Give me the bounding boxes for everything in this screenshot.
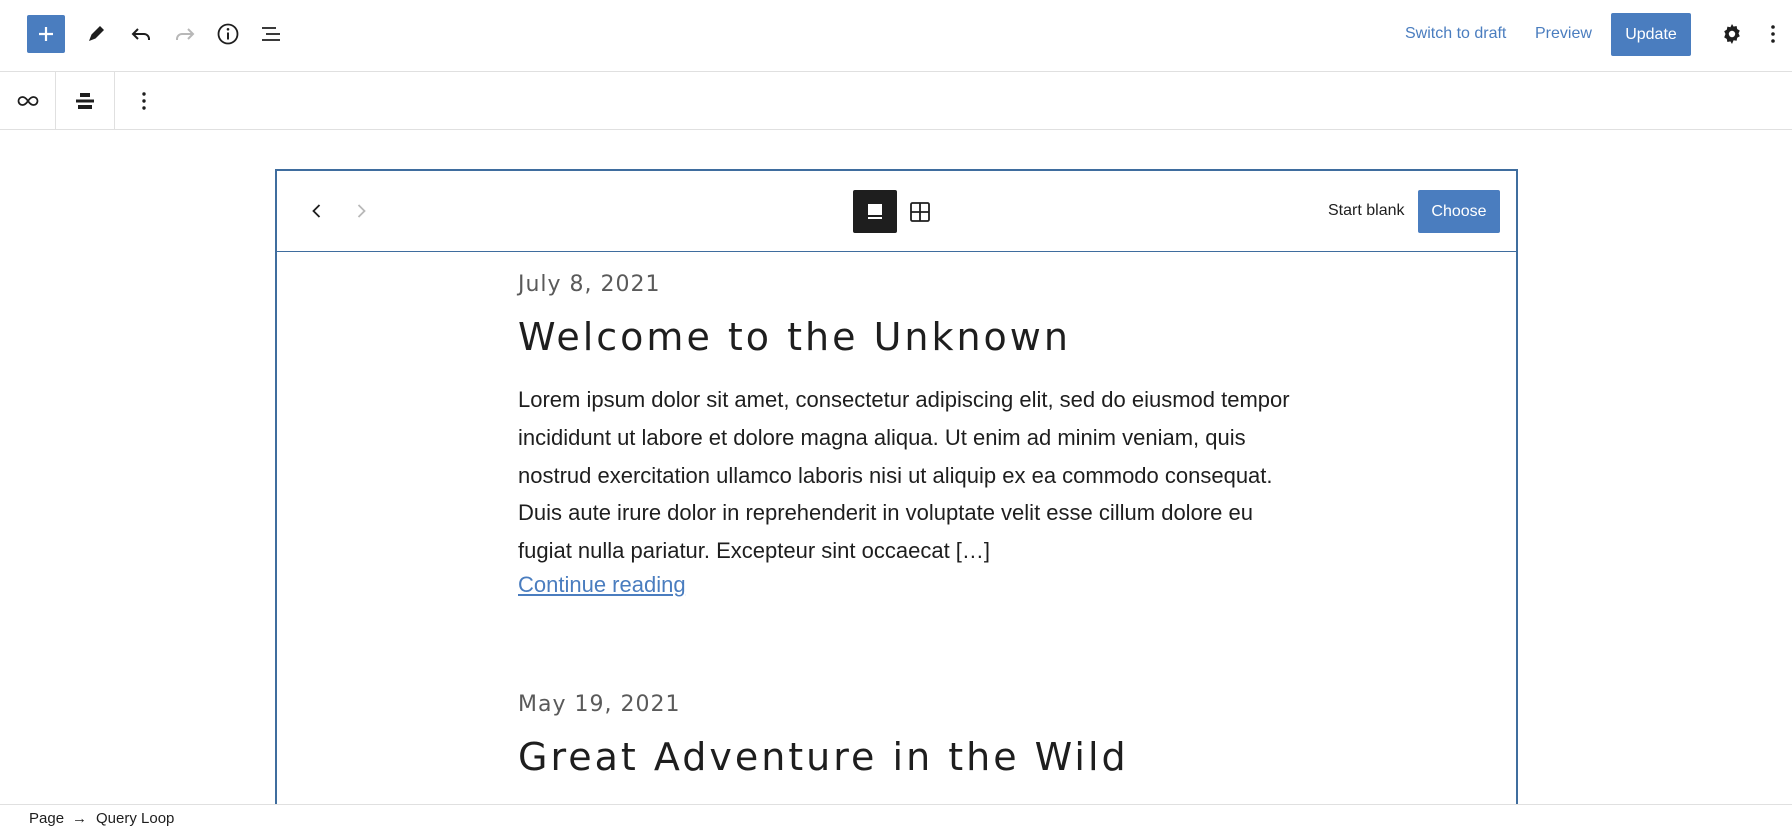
breadcrumb-separator: → xyxy=(72,810,87,827)
query-loop-block[interactable]: Start blank Choose July 8, 2021 Welcome … xyxy=(275,169,1518,804)
editor-canvas: Start blank Choose July 8, 2021 Welcome … xyxy=(0,130,1792,804)
pencil-icon xyxy=(89,26,104,41)
block-toolbar xyxy=(0,72,1792,130)
more-vertical-icon xyxy=(1771,25,1775,43)
chevron-right-icon xyxy=(357,204,366,218)
carousel-view-button[interactable] xyxy=(853,190,897,233)
breadcrumb-item-query-loop[interactable]: Query Loop xyxy=(96,810,174,827)
next-pattern-button[interactable] xyxy=(341,191,381,231)
redo-icon xyxy=(176,28,195,40)
continue-reading-link[interactable]: Continue reading xyxy=(518,572,686,598)
post-item: July 8, 2021 Welcome to the Unknown Lore… xyxy=(518,272,1298,598)
chevron-left-icon xyxy=(312,204,321,218)
update-button[interactable]: Update xyxy=(1611,13,1691,56)
plus-icon xyxy=(39,27,53,41)
redo-button[interactable] xyxy=(165,14,205,54)
block-type-button[interactable] xyxy=(0,72,56,129)
pattern-selection-toolbar: Start blank Choose xyxy=(277,171,1516,252)
tools-button[interactable] xyxy=(76,14,116,54)
editor-header: Switch to draft Preview Update xyxy=(0,0,1792,72)
list-view-button[interactable] xyxy=(251,14,291,54)
preview-button[interactable]: Preview xyxy=(1535,25,1592,43)
choose-button[interactable]: Choose xyxy=(1418,190,1500,233)
list-view-icon xyxy=(262,27,280,41)
more-vertical-icon xyxy=(142,91,146,110)
gear-icon xyxy=(1724,24,1740,44)
post-excerpt: Lorem ipsum dolor sit amet, consectetur … xyxy=(518,387,1290,564)
previous-pattern-button[interactable] xyxy=(297,191,337,231)
settings-button[interactable] xyxy=(1712,14,1752,54)
post-date: May 19, 2021 xyxy=(518,692,681,717)
undo-button[interactable] xyxy=(121,14,161,54)
switch-to-draft-button[interactable]: Switch to draft xyxy=(1405,25,1506,43)
undo-icon xyxy=(131,28,150,40)
grid-icon xyxy=(910,201,930,222)
breadcrumb: Page → Query Loop xyxy=(0,804,1792,831)
post-item: May 19, 2021 Great Adventure in the Wild xyxy=(518,692,1298,779)
post-date: July 8, 2021 xyxy=(518,272,661,297)
align-button[interactable] xyxy=(56,72,115,129)
options-button[interactable] xyxy=(1755,14,1791,54)
loop-icon xyxy=(17,95,38,106)
post-title[interactable]: Great Adventure in the Wild xyxy=(518,735,1298,779)
info-icon xyxy=(217,23,239,45)
details-button[interactable] xyxy=(208,14,248,54)
block-inserter-button[interactable] xyxy=(27,15,65,53)
grid-view-button[interactable] xyxy=(898,190,942,233)
post-title[interactable]: Welcome to the Unknown xyxy=(518,315,1298,359)
block-options-button[interactable] xyxy=(115,72,173,129)
breadcrumb-item-page[interactable]: Page xyxy=(29,810,64,827)
align-center-icon xyxy=(76,92,94,109)
carousel-icon xyxy=(868,203,882,219)
start-blank-button[interactable]: Start blank xyxy=(1328,202,1404,220)
